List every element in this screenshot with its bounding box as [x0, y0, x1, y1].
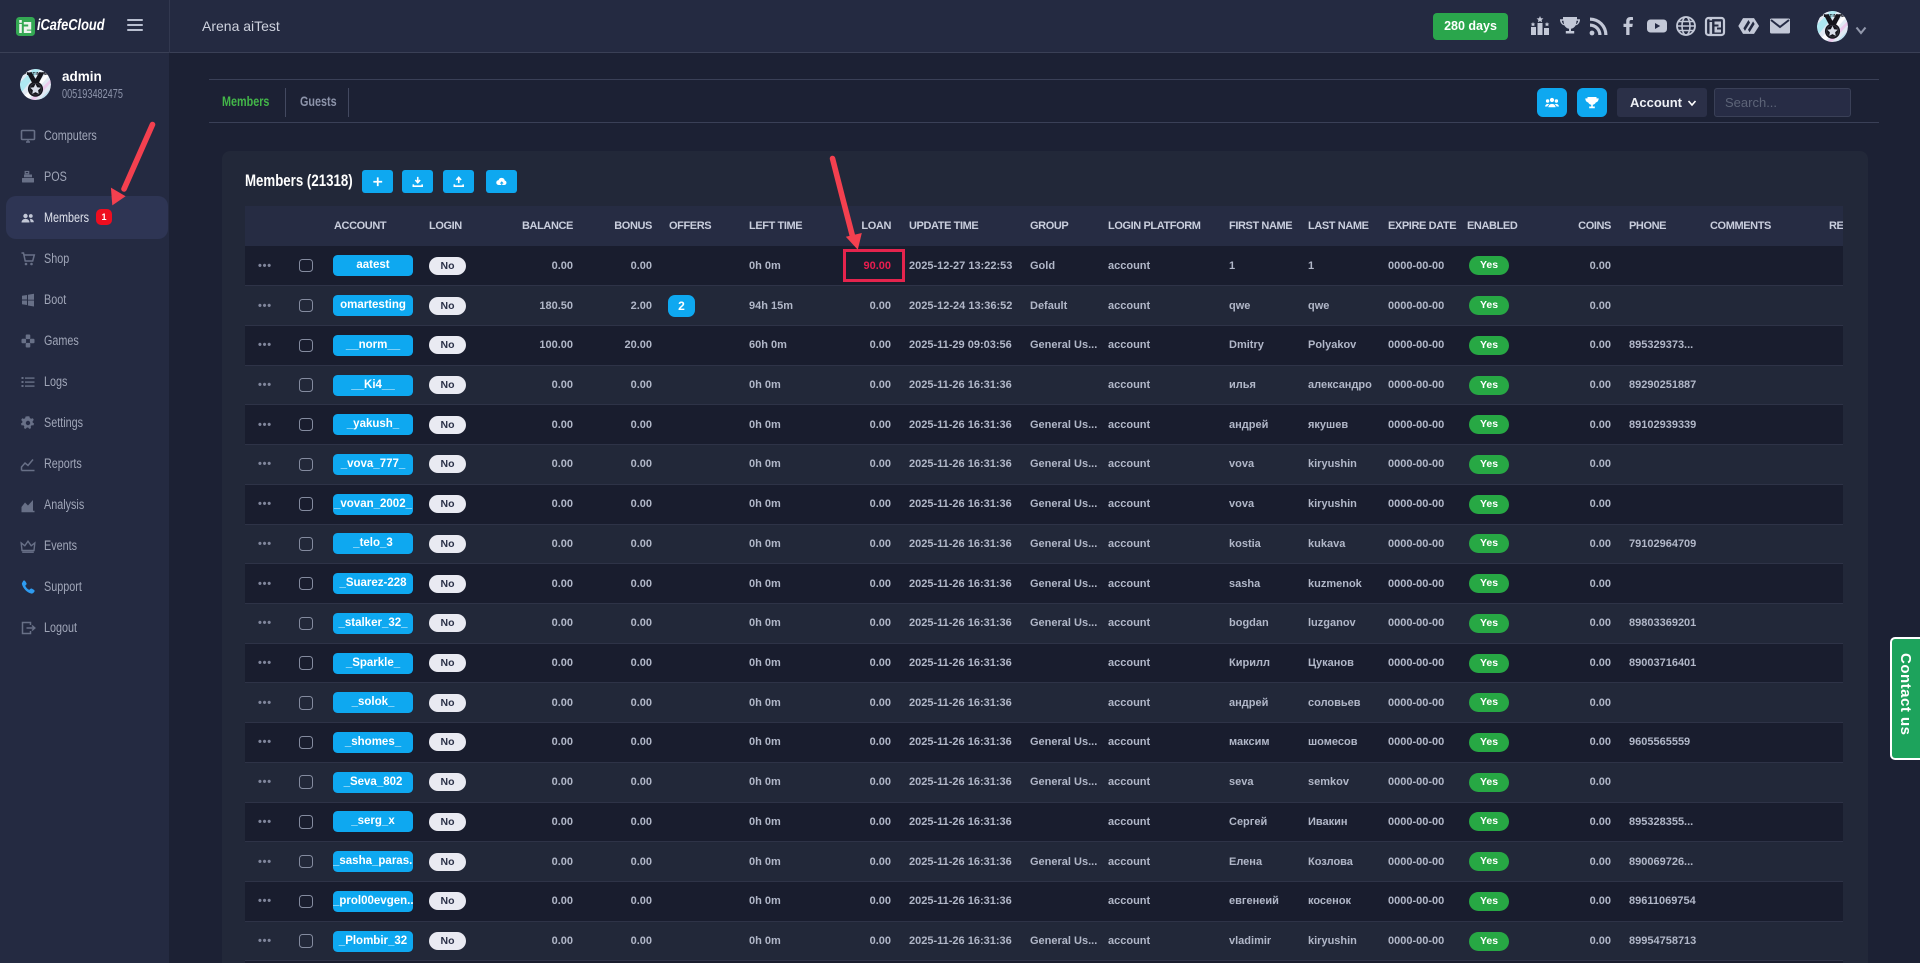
svg-text:PLATINUM: PLATINUM: [1820, 13, 1844, 18]
svg-text:PLATINUM: PLATINUM: [23, 71, 47, 76]
